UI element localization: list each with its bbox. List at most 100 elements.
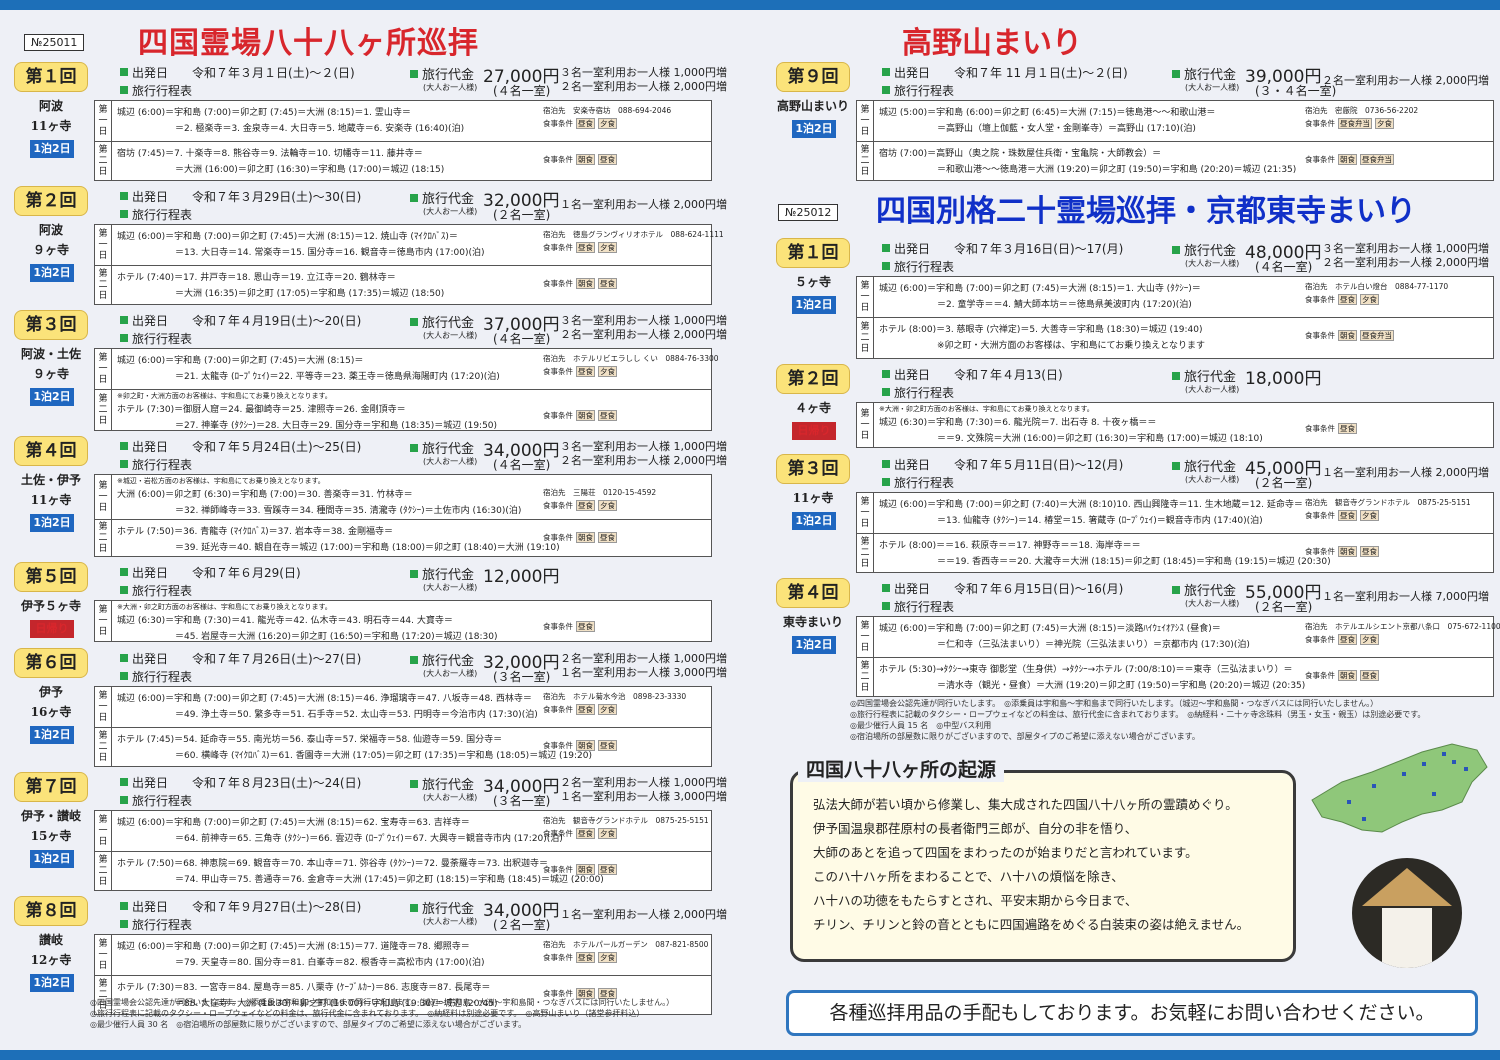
- day-label-char: 第: [860, 536, 870, 547]
- route-line: ＝39. 延光寺＝40. 観自在寺＝城辺 (17:00)＝宇和島 (18:00)…: [175, 543, 560, 553]
- lodging-info: 宿泊先 密厳院 0736-56-2202: [1305, 106, 1419, 115]
- day-label-char: 第: [860, 620, 870, 631]
- itinerary-row: 旅行行程表: [120, 582, 192, 599]
- day-label-char: 二: [98, 279, 108, 290]
- meal-chip: 昼食弁当: [1338, 118, 1372, 129]
- day-label-char: 日: [860, 126, 870, 137]
- meal-label: 食事条件: [1305, 155, 1335, 164]
- price-label: 旅行代金: [1172, 366, 1236, 385]
- trip-number-badge: 第８回: [14, 896, 88, 926]
- meal-chip: 昼食: [1338, 294, 1357, 305]
- day-one: 第一日城辺 (6:00)＝宇和島 (7:00)＝卯之町 (7:45)＝大洲 (8…: [857, 617, 1500, 658]
- meal-chip: 朝食: [576, 740, 595, 751]
- route-line: ＝27. 神峯寺 (ﾀｸｼｰ)＝28. 大日寺＝29. 国分寺＝宇和島 (18:…: [175, 421, 498, 431]
- day-label-char: 一: [860, 115, 870, 126]
- bullet-icon: [882, 86, 890, 94]
- day-label-char: 一: [98, 949, 108, 960]
- price-sub-label: (大人お一人様): [423, 793, 478, 802]
- day-one: 第一日城辺 (6:00)＝宇和島 (7:00)＝卯之町 (7:45)＝大洲 (8…: [95, 101, 711, 142]
- bullet-icon: [120, 586, 128, 594]
- surcharge-line: ２名一室利用お一人様 2,000円増: [1322, 74, 1489, 87]
- day-label-char: 第: [98, 938, 108, 949]
- meal-chip: 昼食: [576, 118, 595, 129]
- trip-block: 第１回 阿波 11ヶ寺 1泊2日 出発日 令和７年３月１日(土)～２(日) 旅行行程表 旅行…: [10, 62, 727, 186]
- departure-label: 出発日: [132, 652, 193, 666]
- trip-meta: 出発日 令和７年５月24日(土)～25(日) 旅行行程表 旅行代金 (大人お一人様) 3…: [120, 436, 727, 476]
- departure-date: 令和７年６月15日(日)～16(月): [954, 582, 1124, 596]
- departure-date: 令和７年６月29(日): [192, 566, 301, 580]
- room-occupancy: (４名一室): [1255, 260, 1313, 274]
- itinerary-table: 第一日城辺 (6:00)＝宇和島 (7:00)＝卯之町 (7:45)＝大洲 (8…: [94, 686, 712, 767]
- departure-date: 令和７年 11 月１日(土)～２(日): [954, 66, 1128, 80]
- meal-conditions: 食事条件 昼食 夕食: [543, 242, 617, 253]
- departure-date: 令和７年４月19日(土)～20(日): [192, 314, 362, 328]
- trip-block: 第４回 東寺まいり 1泊2日 出発日 令和７年６月15日(日)～16(月) 旅行行程表 旅…: [772, 578, 1500, 702]
- meal-chip: 昼食: [576, 621, 595, 632]
- day-two: 第二日ホテル (7:50)＝36. 青龍寺 (ﾏｲｸﾛﾊﾞｽ)＝37. 岩本寺＝…: [95, 520, 711, 556]
- route-line: ＝32. 禅師峰寺＝33. 雪蹊寺＝34. 種間寺＝35. 清瀧寺 (ﾀｸｼｰ)…: [175, 506, 522, 516]
- trip-block: 第１回 ５ヶ寺 1泊2日 出発日 令和７年３月16日(日)～17(月) 旅行行程表 旅行代…: [772, 238, 1494, 364]
- departure-label: 出発日: [132, 566, 193, 580]
- departure-label: 出発日: [894, 368, 955, 382]
- route-note: ※大洲・卯之町方面のお客様は、宇和島にてお乗り換えとなります。: [117, 603, 332, 611]
- trip-region: 土佐・伊予 11ヶ寺: [10, 470, 92, 510]
- itinerary-table: 第一日城辺 (6:00)＝宇和島 (7:00)＝卯之町 (7:45)＝大洲 (8…: [94, 224, 724, 305]
- day-label-char: 二: [98, 741, 108, 752]
- price-label: 旅行代金: [410, 898, 474, 917]
- trip-number-badge: 第２回: [14, 186, 88, 216]
- day-label-char: 日: [860, 166, 870, 177]
- departure-row: 出発日 令和７年 11 月１日(土)～２(日): [882, 64, 1128, 81]
- route-line: 城辺 (6:00)＝宇和島 (7:00)＝卯之町 (7:45)＝大洲 (8:15…: [117, 818, 470, 828]
- region-line: ９ヶ寺: [32, 243, 69, 257]
- bottom-border: [0, 1050, 1500, 1060]
- bullet-icon: [120, 316, 128, 324]
- meal-label: 食事条件: [543, 953, 573, 962]
- price-sub-label: (大人お一人様): [423, 583, 478, 592]
- day-label-char: 第: [98, 352, 108, 363]
- meal-chip: 夕食: [598, 242, 617, 253]
- day-label-char: 第: [98, 268, 108, 279]
- departure-label: 出発日: [132, 66, 193, 80]
- itinerary-table: 第一日 ※大洲・卯之町方面のお客様は、宇和島にてお乗り換えとなります。 城辺 (6:…: [94, 600, 712, 642]
- meal-chip: 朝食: [576, 864, 595, 875]
- day-two: 第二日ホテル (7:40)＝17. 井戸寺＝18. 恩山寺＝19. 立江寺＝20…: [95, 266, 711, 304]
- meal-chip: 朝食: [1338, 546, 1357, 557]
- itinerary-table: 第一日城辺 (6:00)＝宇和島 (7:00)＝卯之町 (7:45)＝大洲 (8…: [94, 100, 712, 181]
- itinerary-row: 旅行行程表: [120, 456, 192, 473]
- departure-row: 出発日 令和７年３月16日(日)～17(月): [882, 240, 1123, 257]
- itinerary-table: 第一日城辺 (5:00)＝宇和島 (6:00)＝卯之町 (6:45)＝大洲 (7…: [856, 100, 1494, 181]
- day-label-char: 日: [98, 250, 108, 261]
- trip-number-badge: 第６回: [14, 648, 88, 678]
- meal-conditions: 食事条件 朝食 昼食: [543, 532, 617, 543]
- day-one: 第一日城辺 (5:00)＝宇和島 (6:00)＝卯之町 (6:45)＝大洲 (7…: [857, 101, 1493, 142]
- meal-conditions: 食事条件 昼食: [543, 621, 595, 632]
- route-line: ＝2. 童学寺＝＝4. 鯖大師本坊＝＝徳島県美波町内 (17:20)(泊): [937, 300, 1192, 310]
- trip-block: 第５回 伊予５ヶ寺 日帰り 出発日 令和７年６月29(日) 旅行行程表 旅行代金 (大人お一…: [10, 562, 722, 648]
- meal-chip: 夕食: [1375, 118, 1394, 129]
- route-line: ホテル (7:30)＝83. 一宮寺＝84. 屋島寺＝85. 八栗寺 (ｹｰﾌﾞ…: [117, 983, 491, 993]
- meal-chip: 昼食弁当: [1360, 330, 1394, 341]
- price-sub-label: (大人お一人様): [423, 917, 478, 926]
- itinerary-label: 旅行行程表: [132, 332, 193, 346]
- meal-label: 食事条件: [1305, 331, 1335, 340]
- bullet-icon: [882, 370, 890, 378]
- meal-conditions: 食事条件 昼食 夕食: [543, 500, 617, 511]
- trip-meta: 出発日 令和７年５月11日(日)～12(月) 旅行行程表 旅行代金 (大人お一人様) 4…: [882, 454, 1489, 494]
- duration-badge: 日帰り: [30, 620, 74, 638]
- day-label-char: 第: [860, 660, 870, 671]
- route-line: ＝79. 天皇寺＝80. 国分寺＝81. 白峯寺＝82. 根香寺＝高松市内 (1…: [175, 958, 485, 968]
- route-line: 城辺 (6:00)＝宇和島 (7:00)＝卯之町 (7:45)＝大洲 (8:15…: [117, 356, 364, 366]
- trip-block: 第３回 11ヶ寺 1泊2日 出発日 令和７年５月11日(日)～12(月) 旅行行程表 旅行…: [772, 454, 1494, 578]
- surcharge-line: １名一室利用お一人様 3,000円増: [560, 790, 727, 803]
- room-occupancy: (４名一室): [493, 332, 551, 346]
- day-label-char: 一: [860, 631, 870, 642]
- day-one: 第一日城辺 (6:00)＝宇和島 (7:00)＝卯之町 (7:45)＝大洲 (8…: [95, 349, 719, 390]
- day-label: 第一日: [857, 617, 874, 657]
- departure-row: 出発日 令和７年５月24日(土)～25(日): [120, 438, 361, 455]
- trip-region: 讃岐 12ヶ寺: [10, 930, 92, 970]
- itinerary-label: 旅行行程表: [894, 476, 955, 490]
- price-sub-label: (大人お一人様): [1185, 475, 1240, 484]
- route-line: ＝21. 太龍寺 (ﾛｰﾌﾟｳｪｲ)＝22. 平等寺＝23. 薬王寺＝徳島県海陽…: [175, 372, 500, 382]
- departure-date: 令和７年３月16日(日)～17(月): [954, 242, 1124, 256]
- day-label: 第二日: [857, 318, 874, 358]
